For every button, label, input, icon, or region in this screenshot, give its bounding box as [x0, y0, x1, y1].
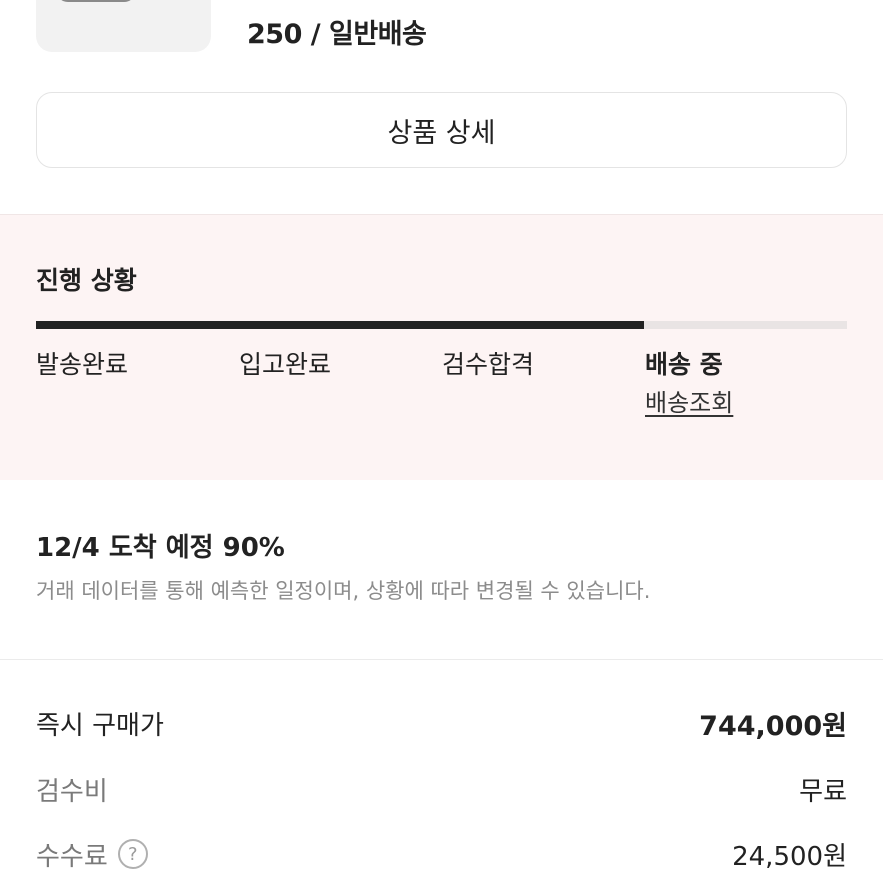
step-inspection-passed: 검수합격 — [442, 350, 535, 379]
progress-bar — [36, 321, 847, 329]
price-row-inspection: 검수비 무료 — [36, 769, 847, 809]
question-circle-icon[interactable]: ? — [117, 839, 148, 869]
progress-bar-fill — [36, 321, 645, 329]
fee-label: 수수료 — [36, 841, 108, 872]
product-option: 250 / 일반배송 — [247, 19, 427, 50]
order-detail-page: 250 / 일반배송 상품 상세 진행 상황 발송완료 입고완료 검수합격 배송… — [0, 0, 883, 883]
price-row-fee: 수수료 ? 24,500원 — [36, 834, 847, 874]
inspection-fee-value: 무료 — [799, 776, 847, 807]
tracking-link[interactable]: 배송조회 — [645, 383, 733, 418]
divider — [0, 659, 883, 660]
step-warehoused: 입고완료 — [239, 350, 332, 379]
instant-buy-value: 744,000원 — [699, 710, 847, 742]
price-row-instant-buy: 즉시 구매가 744,000원 — [36, 703, 847, 743]
shoe-image — [56, 0, 136, 2]
fee-value: 24,500원 — [732, 841, 847, 872]
eta-description: 거래 데이터를 통해 예측한 일정이며, 상황에 따라 변경될 수 있습니다. — [36, 579, 651, 603]
instant-buy-label: 즉시 구매가 — [36, 710, 164, 741]
eta-title: 12/4 도착 예정 90% — [36, 533, 285, 563]
step-shipped: 발송완료 — [36, 350, 129, 379]
progress-title: 진행 상황 — [36, 266, 137, 295]
progress-section: 진행 상황 발송완료 입고완료 검수합격 배송 중 배송조회 — [0, 214, 883, 480]
product-detail-button[interactable]: 상품 상세 — [36, 92, 847, 168]
fee-label-group: 수수료 ? — [36, 836, 148, 873]
inspection-fee-label: 검수비 — [36, 776, 108, 807]
product-image[interactable] — [36, 0, 211, 52]
step-in-delivery: 배송 중 — [645, 350, 723, 379]
